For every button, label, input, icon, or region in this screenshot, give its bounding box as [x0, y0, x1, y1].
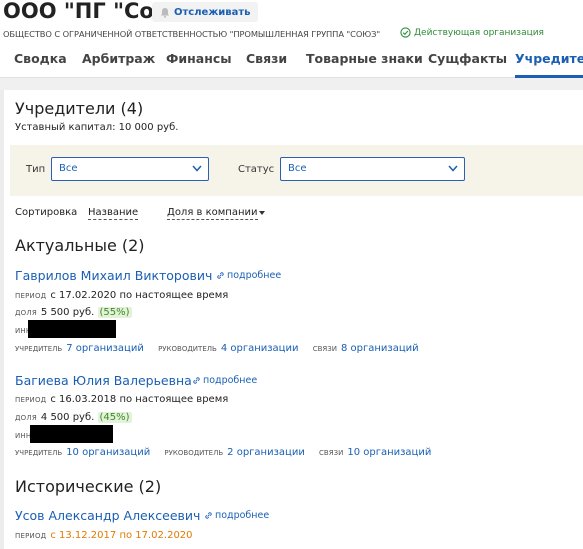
share-percent: (45%) — [97, 412, 132, 423]
period-value: с 13.12.2017 по 17.02.2020 — [50, 530, 193, 541]
founders-panel: Учредители (4) Уставный капитал: 10 000 … — [4, 90, 583, 549]
founder-name[interactable]: Багиева Юлия Валерьевна — [15, 373, 192, 388]
relations-row: учредитель 7 организаций руководитель 4 ор… — [15, 343, 430, 354]
status-filter-label: Статус — [238, 164, 275, 175]
more-link[interactable]: подробнее — [204, 510, 269, 521]
share-key: доля — [15, 414, 37, 422]
tab-links[interactable]: Связи — [246, 48, 287, 66]
period-value: с 17.02.2020 по настоящее время — [50, 290, 229, 301]
head-key: руководитель — [164, 449, 224, 457]
link-icon — [193, 377, 200, 384]
tab-trademarks[interactable]: Товарные знаки — [306, 48, 423, 66]
status-select-value: Все — [288, 163, 307, 174]
redacted-inn — [28, 320, 116, 338]
filter-bar: Тип Все Статус Все — [10, 145, 583, 196]
more-link[interactable]: подробнее — [216, 270, 281, 281]
founder-orgs-link[interactable]: 7 организаций — [66, 343, 144, 354]
type-select-value: Все — [59, 163, 78, 174]
period-row: период с 16.03.2018 по настоящее время — [15, 394, 228, 405]
share-row: доля 4 500 руб. (45%) — [15, 412, 132, 423]
share-key: доля — [15, 309, 37, 317]
link-orgs-link[interactable]: 10 организаций — [347, 447, 431, 458]
watch-label: Отслеживать — [174, 6, 251, 18]
inn-key: инн — [15, 432, 32, 440]
historic-founder-name[interactable]: Усов Александр Алексеевич — [15, 508, 200, 523]
authorized-capital: Уставный капитал: 10 000 руб. — [15, 122, 179, 133]
tab-summary[interactable]: Сводка — [14, 48, 67, 66]
period-key: период — [15, 396, 47, 404]
share-row: доля 5 500 руб. (55%) — [15, 307, 132, 318]
share-value: 4 500 руб. — [40, 412, 95, 423]
head-orgs-link[interactable]: 4 организации — [221, 343, 299, 354]
period-key: период — [15, 532, 47, 540]
tab-arbitrage[interactable]: Арбитраж — [82, 48, 155, 66]
header-separator — [0, 78, 583, 90]
chevron-down-icon — [192, 165, 202, 172]
company-full-name: ОБЩЕСТВО С ОГРАНИЧЕННОЙ ОТВЕТСТВЕННОСТЬЮ… — [3, 29, 381, 39]
link-orgs-link[interactable]: 8 организаций — [341, 343, 419, 354]
status-select[interactable]: Все — [280, 157, 465, 181]
status-badge: Действующая организация — [400, 27, 544, 38]
period-row: период с 17.02.2020 по настоящее время — [15, 290, 228, 301]
bell-icon — [161, 7, 169, 18]
tab-founders[interactable]: Учредители — [515, 48, 583, 78]
sort-label: Сортировка — [15, 207, 78, 218]
head-key: руководитель — [158, 345, 217, 353]
share-value: 5 500 руб. — [40, 307, 95, 318]
share-percent: (55%) — [97, 307, 132, 318]
founder-key: учредитель — [15, 449, 63, 457]
more-label: подробнее — [215, 510, 270, 521]
sort-by-name[interactable]: Название — [88, 207, 139, 220]
chevron-down-icon — [448, 165, 458, 172]
link-icon — [217, 272, 224, 279]
status-text: Действующая организация — [414, 27, 544, 38]
sort-by-share[interactable]: Доля в компании — [167, 207, 258, 220]
more-link[interactable]: подробнее — [192, 375, 257, 386]
period-value: с 16.03.2018 по настоящее время — [50, 394, 229, 405]
link-icon — [205, 512, 212, 519]
tab-bar: Сводка Арбитраж Финансы Связи Товарные з… — [0, 48, 583, 78]
head-orgs-link[interactable]: 2 организации — [227, 447, 305, 458]
founders-title: Учредители (4) — [15, 99, 144, 118]
more-label: подробнее — [203, 375, 258, 386]
relations-row: учредитель 10 организаций руководитель 2 о… — [15, 447, 442, 458]
type-filter-label: Тип — [26, 164, 46, 175]
actual-title: Актуальные (2) — [15, 236, 145, 255]
sort-caret-icon[interactable] — [259, 211, 265, 215]
period-key: период — [15, 292, 47, 300]
page-header: ООО "ПГ "Союз" Отслеживать ОБЩЕСТВО С ОГ… — [0, 0, 583, 90]
founder-name[interactable]: Гаврилов Михаил Викторович — [15, 268, 212, 283]
historic-title: Исторические (2) — [15, 477, 162, 496]
links-key: связи — [312, 345, 337, 353]
period-row: период с 13.12.2017 по 17.02.2020 — [15, 530, 193, 541]
links-key: связи — [319, 449, 344, 457]
watch-button[interactable]: Отслеживать — [152, 2, 259, 22]
tab-finance[interactable]: Финансы — [166, 48, 232, 66]
founder-key: учредитель — [15, 345, 63, 353]
more-label: подробнее — [227, 270, 282, 281]
tab-facts[interactable]: Сущфакты — [428, 48, 507, 66]
type-select[interactable]: Все — [51, 157, 209, 181]
founder-orgs-link[interactable]: 10 организаций — [66, 447, 150, 458]
check-circle-icon — [400, 27, 411, 38]
redacted-inn — [30, 425, 113, 443]
